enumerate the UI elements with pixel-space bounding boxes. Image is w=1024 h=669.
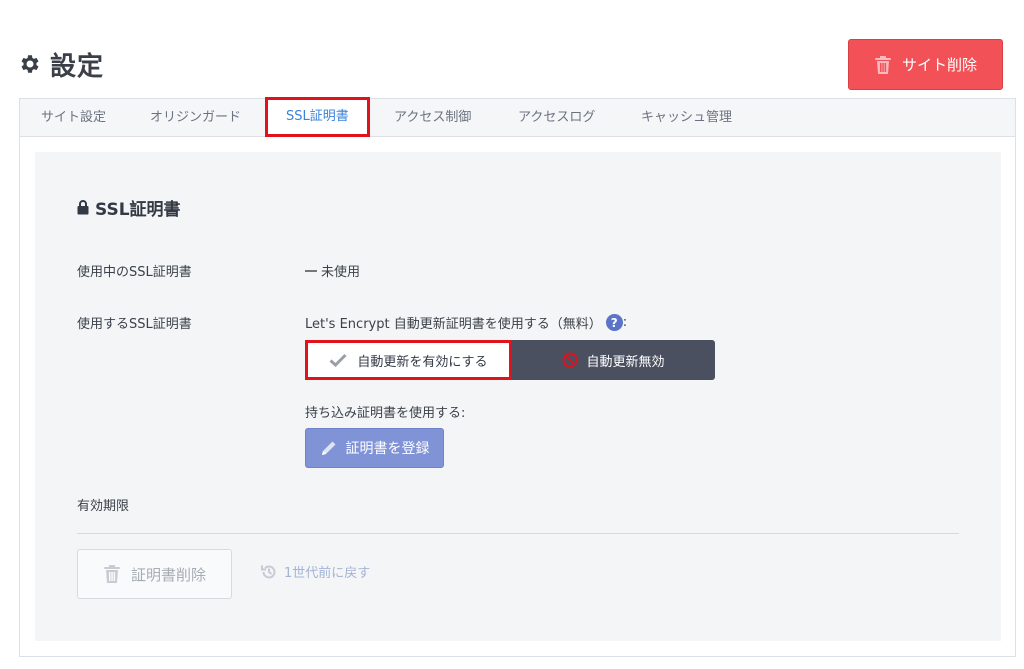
ssl-content: SSL証明書 使用中のSSL証明書 未使用 使用するSSL証明書 Let's E… xyxy=(35,152,1001,641)
register-cert-button[interactable]: 証明書を登録 xyxy=(305,428,444,468)
page-title: 設定 xyxy=(50,51,105,82)
disable-auto-renew-button[interactable]: 自動更新無効 xyxy=(512,340,715,380)
section-title-label: SSL証明書 xyxy=(95,200,181,220)
tab-cache-management[interactable]: キャッシュ管理 xyxy=(641,99,732,136)
disable-auto-renew-label: 自動更新無効 xyxy=(586,354,665,370)
revert-link[interactable]: 1世代前に戻す xyxy=(260,562,370,581)
delete-site-button[interactable]: サイト削除 xyxy=(848,39,1003,90)
tab-ssl-certificate[interactable]: SSL証明書 xyxy=(265,97,370,137)
register-cert-label: 証明書を登録 xyxy=(345,441,430,457)
tab-site-settings[interactable]: サイト設定 xyxy=(41,99,106,136)
trash-icon xyxy=(103,564,121,584)
pencil-icon xyxy=(320,439,338,457)
current-cert-value: 未使用 xyxy=(305,261,360,280)
delete-site-label: サイト削除 xyxy=(901,56,977,74)
section-title: SSL証明書 xyxy=(77,195,181,220)
current-cert-label: 使用中のSSL証明書 xyxy=(77,265,192,280)
question-circle-icon[interactable]: ? xyxy=(605,314,623,331)
enable-auto-renew-button[interactable]: 自動更新を有効にする xyxy=(305,340,512,380)
auto-renew-toggle: 自動更新を有効にする 自動更新無効 xyxy=(305,340,715,380)
use-cert-label: 使用するSSL証明書 xyxy=(77,317,192,332)
tab-access-log[interactable]: アクセスログ xyxy=(518,99,595,136)
tab-bar: サイト設定 オリジンガード SSL証明書 アクセス制御 アクセスログ キャッシュ… xyxy=(20,97,1015,137)
current-cert-value-text: 未使用 xyxy=(321,265,361,280)
lock-icon xyxy=(77,200,89,215)
byo-cert-text: 持ち込み証明書を使用する: xyxy=(305,406,466,421)
delete-cert-label: 証明書削除 xyxy=(130,565,206,584)
enable-auto-renew-label: 自動更新を有効にする xyxy=(357,354,488,370)
check-icon xyxy=(329,353,347,367)
dash-icon xyxy=(305,269,317,272)
letsencrypt-colon: : xyxy=(622,315,628,330)
settings-panel: サイト設定 オリジンガード SSL証明書 アクセス制御 アクセスログ キャッシュ… xyxy=(19,97,1016,657)
revert-label: 1世代前に戻す xyxy=(284,566,371,581)
divider xyxy=(77,533,959,534)
gear-icon xyxy=(18,52,42,76)
ban-icon xyxy=(562,352,578,368)
history-icon xyxy=(260,563,278,581)
page-header: 設定 xyxy=(18,44,104,84)
delete-cert-button[interactable]: 証明書削除 xyxy=(77,549,232,599)
expiry-label: 有効期限 xyxy=(77,499,130,514)
letsencrypt-text: Let's Encrypt 自動更新証明書を使用する（無料） xyxy=(305,317,602,332)
letsencrypt-row: Let's Encrypt 自動更新証明書を使用する（無料） ? : xyxy=(305,313,627,332)
tab-access-control[interactable]: アクセス制御 xyxy=(394,99,471,136)
tab-origin-guard[interactable]: オリジンガード xyxy=(150,99,241,136)
trash-icon xyxy=(874,55,892,75)
